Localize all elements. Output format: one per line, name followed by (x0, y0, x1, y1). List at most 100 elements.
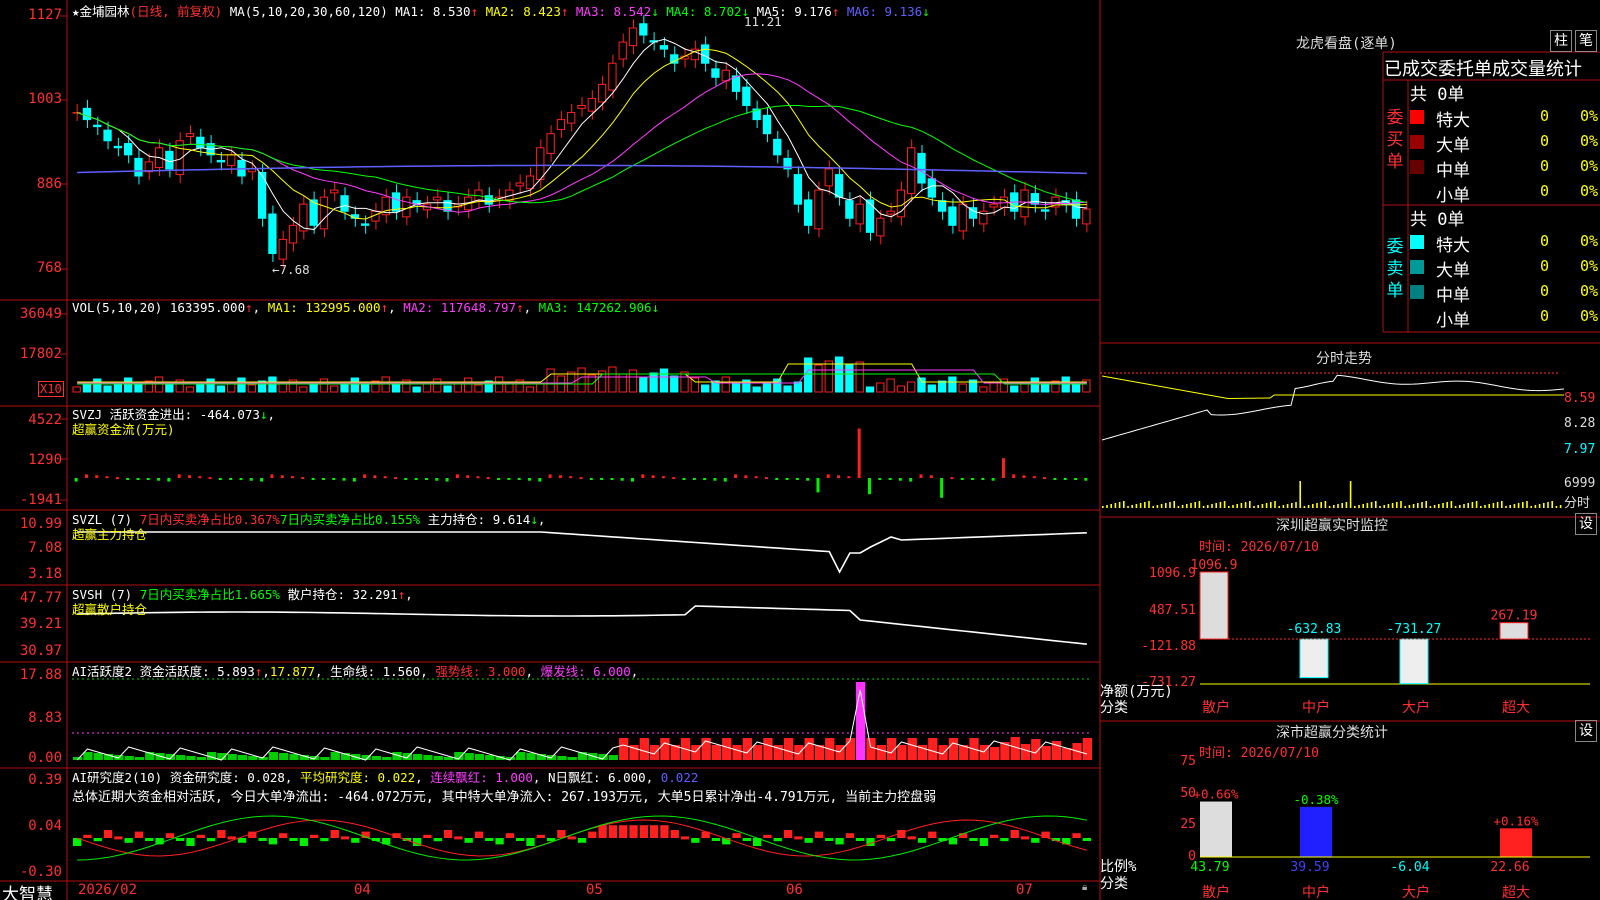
research-bar (742, 838, 751, 841)
activity-bar (279, 753, 289, 760)
volume-bar (814, 364, 823, 393)
intraday-tick: 6999 (1564, 476, 1596, 491)
flow-bar (703, 478, 707, 480)
intraday-vol-bar (1295, 502, 1297, 508)
intraday-vol-bar (1547, 502, 1549, 508)
time-tick: 07 (1016, 882, 1033, 898)
research-bar (1082, 838, 1091, 841)
monitor-tick: 487.51 (1149, 603, 1196, 618)
vol-ma3: MA3: 147262.906 (538, 300, 652, 315)
research-bar (989, 834, 999, 838)
flow-bar (806, 478, 810, 481)
flow-bar (548, 474, 552, 478)
order-count: 0 (1540, 307, 1550, 325)
intraday-vol-bar (1400, 501, 1402, 508)
candle-body (762, 114, 772, 135)
ai2-label: AI研究度2(10) (72, 770, 163, 785)
candle-body (773, 138, 782, 156)
volume-bar (639, 376, 648, 393)
activity-bar (567, 757, 577, 760)
stock-name[interactable]: 金埔园林 (80, 4, 130, 19)
volume-bar (845, 363, 854, 393)
flow-bar (157, 478, 161, 481)
chart-canvas[interactable]: 1096.9 -632.83 -731.27 267.19 +0.66% -0.38% +0… (0, 0, 1600, 900)
stock-mode[interactable]: (日线, 前复权) (130, 4, 223, 19)
research-bar (454, 836, 463, 840)
intraday-vol-bar (1433, 505, 1436, 508)
intraday-vol-bar (1396, 502, 1398, 508)
flow-bar (878, 478, 882, 480)
candle-body (618, 41, 627, 60)
tick-toggle-button[interactable]: 笔 (1575, 30, 1597, 52)
intraday-vol-bar (1517, 503, 1520, 508)
classify-change-label: -0.38% (1293, 792, 1339, 807)
research-bar (732, 833, 741, 838)
activity-bar (763, 738, 773, 760)
volume-bar (72, 386, 81, 393)
flow-bar (589, 478, 593, 480)
intraday-price-line (1101, 374, 1565, 441)
activity-bar (1062, 748, 1072, 760)
candle-body (196, 136, 205, 149)
volume-bar (773, 378, 782, 393)
flow-bar (249, 478, 253, 481)
flow-bar (445, 478, 449, 482)
order-count: 0 (1540, 257, 1550, 275)
volume-bar (278, 383, 287, 393)
dragon-tab[interactable]: 已成交委托单成交量统计 (1384, 55, 1582, 81)
intraday-vol-bar (1177, 506, 1180, 508)
lock-icon[interactable]: 🔒︎ (1082, 882, 1087, 893)
classify-bar (1200, 801, 1232, 857)
monitor-settings-button[interactable]: 设 (1575, 513, 1597, 535)
intraday-vol-bar (1186, 504, 1188, 508)
classify-settings-button[interactable]: 设 (1575, 720, 1597, 742)
flow-bar (321, 478, 325, 480)
ai2-t4: N日飘红: 6.000 (547, 770, 646, 785)
flow-bar (229, 478, 233, 480)
intraday-vol-bar (1450, 501, 1453, 508)
svzj-tick: 1290 (28, 452, 62, 468)
retail-line (77, 605, 1087, 645)
flow-bar (342, 478, 346, 481)
svzj-sub: 超赢资金流(万元) (72, 422, 175, 437)
intraday-vol-bar (1307, 505, 1310, 508)
ai1-t1: 资金活跃度: 5.893 (139, 664, 255, 679)
svsh-tick: 47.77 (19, 590, 62, 606)
intraday-vol-bar (1190, 503, 1192, 508)
volume-bar (299, 386, 308, 393)
candle-body (216, 159, 226, 163)
flow-bar (383, 476, 387, 479)
candle-body (536, 147, 545, 180)
activity-bar (907, 738, 917, 760)
volume-bar (330, 385, 339, 393)
research-bar (670, 830, 679, 838)
ai1-t5: 爆发线: 6.000 (540, 664, 631, 679)
dragon-title: 龙虎看盘(逐单) (1296, 36, 1397, 52)
intraday-vol-bar (1110, 504, 1112, 508)
flow-bar (775, 478, 779, 480)
volume-bar (124, 377, 133, 393)
candle-body (814, 189, 823, 230)
intraday-vol-bar (1265, 503, 1268, 508)
research-bar (134, 831, 144, 838)
flow-bar (84, 474, 88, 478)
time-tick: 2026/02 (78, 882, 138, 898)
price-header: ★金埔园林(日线, 前复权) MA(5,10,20,30,60,120) MA1… (72, 1, 930, 20)
monitor-title: 深圳超赢实时监控 (1276, 518, 1388, 534)
research-bar (1072, 833, 1081, 838)
intraday-vol-bar (1215, 503, 1217, 508)
candle-body (1040, 209, 1050, 212)
research-bar (268, 838, 278, 845)
activity-bar (897, 745, 907, 760)
candle-body (93, 124, 102, 128)
flow-bar (661, 476, 665, 479)
intraday-vol-bar (1299, 481, 1301, 508)
column-toggle-button[interactable]: 柱 (1550, 30, 1572, 52)
time-tick: 04 (354, 882, 371, 898)
order-type: 小单 (1436, 311, 1470, 331)
intraday-vol-bar (1404, 506, 1406, 508)
price-tick: 886 (36, 176, 62, 192)
activity-bar (979, 745, 989, 760)
monitor-bar (1199, 571, 1229, 640)
ai2-t2: 平均研究度: 0.022 (299, 770, 416, 785)
